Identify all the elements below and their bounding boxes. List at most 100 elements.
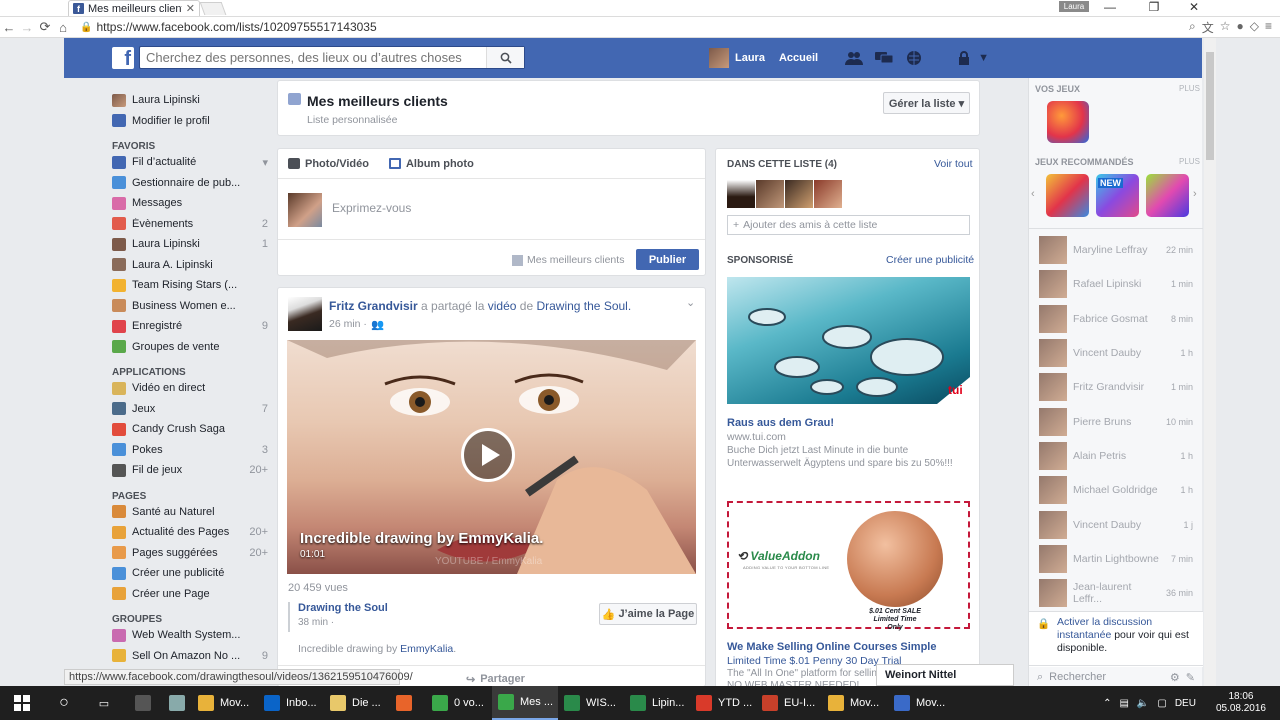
nav-item[interactable]: Santé au Naturel (112, 502, 268, 523)
taskbar-app-button[interactable]: Lipin... (624, 686, 690, 720)
shield-icon[interactable]: ◇ (1250, 19, 1259, 36)
network-icon[interactable]: ▤ (1119, 698, 1128, 709)
chat-friend-row[interactable]: Vincent Dauby 1 j (1029, 507, 1203, 541)
ad1-image[interactable]: tui (727, 277, 970, 404)
like-page-button[interactable]: 👍 J’aime la Page (599, 603, 697, 625)
nav-item[interactable]: Business Women e... (112, 296, 268, 317)
taskbar-app-button[interactable]: Die ... (324, 686, 390, 720)
games-more-link[interactable]: PLUS (1179, 84, 1200, 93)
nav-item[interactable]: Vidéo en direct (112, 378, 268, 399)
volume-icon[interactable]: 🔈 (1137, 698, 1149, 709)
post-author-avatar[interactable] (288, 297, 322, 331)
chat-tab[interactable]: Weinort Nittel (876, 664, 1014, 686)
taskbar-app-button[interactable]: Mov... (822, 686, 888, 720)
taskbar-app-button[interactable]: WIS... (558, 686, 624, 720)
manage-list-button[interactable]: Gérer la liste ▾ (883, 92, 970, 114)
ad2-headline[interactable]: We Make Selling Online Courses Simple (727, 641, 936, 653)
nav-item[interactable]: Sell On Amazon No ... 9 (112, 646, 268, 667)
video-player[interactable]: Incredible drawing by EmmyKalia. 01:01 Y… (287, 340, 696, 574)
search-icon[interactable] (486, 47, 524, 68)
nav-item[interactable]: Pokes 3 (112, 440, 268, 461)
taskbar-app-button[interactable]: EU-I... (756, 686, 822, 720)
publish-button[interactable]: Publier (636, 249, 699, 270)
nav-item[interactable]: Actualité des Pages 20+ (112, 522, 268, 543)
chat-friend-row[interactable]: Pierre Bruns 10 min (1029, 404, 1203, 438)
member-avatar[interactable] (756, 180, 784, 208)
ad2-image[interactable]: ⟲ ValueAddon ADDING VALUE TO YOUR BOTTOM… (727, 501, 970, 631)
desc-link[interactable]: EmmyKalia (400, 643, 453, 655)
member-avatar[interactable] (814, 180, 842, 208)
search-engine-icon[interactable]: ⌕ (1189, 19, 1196, 36)
post-author[interactable]: Fritz Grandvisir (329, 299, 418, 313)
source-page-name[interactable]: Drawing the Soul (298, 602, 388, 614)
chat-friend-row[interactable]: Fabrice Gosmat 8 min (1029, 302, 1203, 336)
nav-item[interactable]: Pages suggérées 20+ (112, 543, 268, 564)
taskbar-app-button[interactable]: YTD ... (690, 686, 756, 720)
notifications-globe-icon[interactable] (904, 50, 924, 66)
audience-selector[interactable]: Mes meilleurs clients (512, 254, 624, 266)
composer-input[interactable]: Exprimez-vous (332, 201, 411, 215)
games-prev-icon[interactable]: ‹ (1031, 188, 1035, 200)
settings-app-icon[interactable] (162, 686, 192, 720)
nav-item[interactable]: Gestionnaire de pub... (112, 173, 268, 194)
share-button[interactable]: ↪ Partager (466, 673, 525, 686)
nav-item[interactable]: Laura A. Lipinski (112, 255, 268, 276)
taskbar-app-button[interactable]: 0 vo... (426, 686, 492, 720)
extension-icon[interactable]: ● (1237, 19, 1244, 36)
nav-item[interactable]: Fil d’actualité ▾ (112, 152, 268, 173)
add-friends-input[interactable]: + Ajouter des amis à cette liste (727, 215, 970, 235)
taskbar-app-button[interactable]: Mov... (192, 686, 258, 720)
taskbar-app-button[interactable]: Mov... (888, 686, 954, 720)
reload-icon[interactable]: ⟳ (36, 19, 54, 35)
clock[interactable]: 18:06 05.08.2016 (1202, 686, 1280, 720)
play-button-icon[interactable] (461, 428, 515, 482)
chat-friend-row[interactable]: Jean-laurent Leffr... 36 min (1029, 576, 1203, 610)
search-input[interactable] (146, 50, 486, 65)
nav-item[interactable]: Messages (112, 193, 268, 214)
header-user-name[interactable]: Laura (735, 52, 765, 64)
post-time[interactable]: 26 min · (329, 318, 367, 331)
nav-item[interactable]: Créer une publicité (112, 563, 268, 584)
ad1-headline[interactable]: Raus aus dem Grau! (727, 417, 834, 429)
candy-crush-game-icon[interactable] (1047, 101, 1089, 143)
tab-photo-video[interactable]: Photo/Vidéo (288, 158, 369, 170)
tray-expand-icon[interactable]: ⌃ (1103, 698, 1111, 709)
taskbar-app-button[interactable] (390, 686, 426, 720)
nav-item[interactable]: Enregistré 9 (112, 316, 268, 337)
new-tab-button[interactable] (199, 2, 227, 15)
nav-item[interactable]: Laura Lipinski 1 (112, 234, 268, 255)
chat-friend-row[interactable]: Fritz Grandvisir 1 min (1029, 370, 1203, 404)
nav-edit-profile[interactable]: Modifier le profil (112, 111, 268, 132)
home-icon[interactable]: ⌂ (54, 20, 72, 35)
chat-friend-row[interactable]: Martin Lightbowne 7 min (1029, 542, 1203, 576)
taskbar-app-button[interactable]: Mes ... (492, 686, 558, 720)
minimize-icon[interactable]: — (1092, 0, 1128, 16)
nav-item[interactable]: Candy Crush Saga (112, 419, 268, 440)
user-avatar[interactable] (709, 48, 729, 68)
chat-friend-row[interactable]: Rafael Lipinski 1 min (1029, 267, 1203, 301)
chat-friend-row[interactable]: Michael Goldridge 1 h (1029, 473, 1203, 507)
facebook-logo-icon[interactable]: f (112, 47, 134, 69)
create-ad-link[interactable]: Créer une publicité (886, 254, 974, 266)
home-link[interactable]: Accueil (779, 52, 818, 64)
url-field[interactable]: 🔒 https://www.facebook.com/lists/1020975… (80, 19, 1189, 36)
chat-friend-row[interactable]: Vincent Dauby 1 h (1029, 336, 1203, 370)
game-icon-2[interactable]: NEW (1096, 174, 1139, 217)
privacy-lock-icon[interactable] (954, 50, 974, 66)
recommended-more-link[interactable]: PLUS (1179, 157, 1200, 166)
forward-icon[interactable]: → (18, 20, 36, 35)
start-button[interactable] (0, 686, 44, 720)
notifications-icon[interactable]: ▢ (1157, 698, 1166, 709)
chat-search[interactable]: ⌕ Rechercher ⚙ ✎ (1029, 665, 1203, 688)
new-message-icon[interactable]: ✎ (1186, 671, 1195, 684)
nav-profile[interactable]: Laura Lipinski (112, 90, 268, 111)
scrollbar-thumb[interactable] (1206, 52, 1214, 160)
profile-chip[interactable]: Laura (1059, 1, 1089, 12)
calculator-icon[interactable] (124, 686, 162, 720)
browser-tab[interactable]: f Mes meilleurs clients ✕ (68, 0, 200, 16)
nav-item[interactable]: Fil de jeux 20+ (112, 460, 268, 481)
back-icon[interactable]: ← (0, 20, 18, 35)
account-menu-icon[interactable]: ▼ (978, 52, 989, 64)
taskbar-app-button[interactable]: Inbo... (258, 686, 324, 720)
ad1-domain[interactable]: www.tui.com (727, 431, 786, 443)
